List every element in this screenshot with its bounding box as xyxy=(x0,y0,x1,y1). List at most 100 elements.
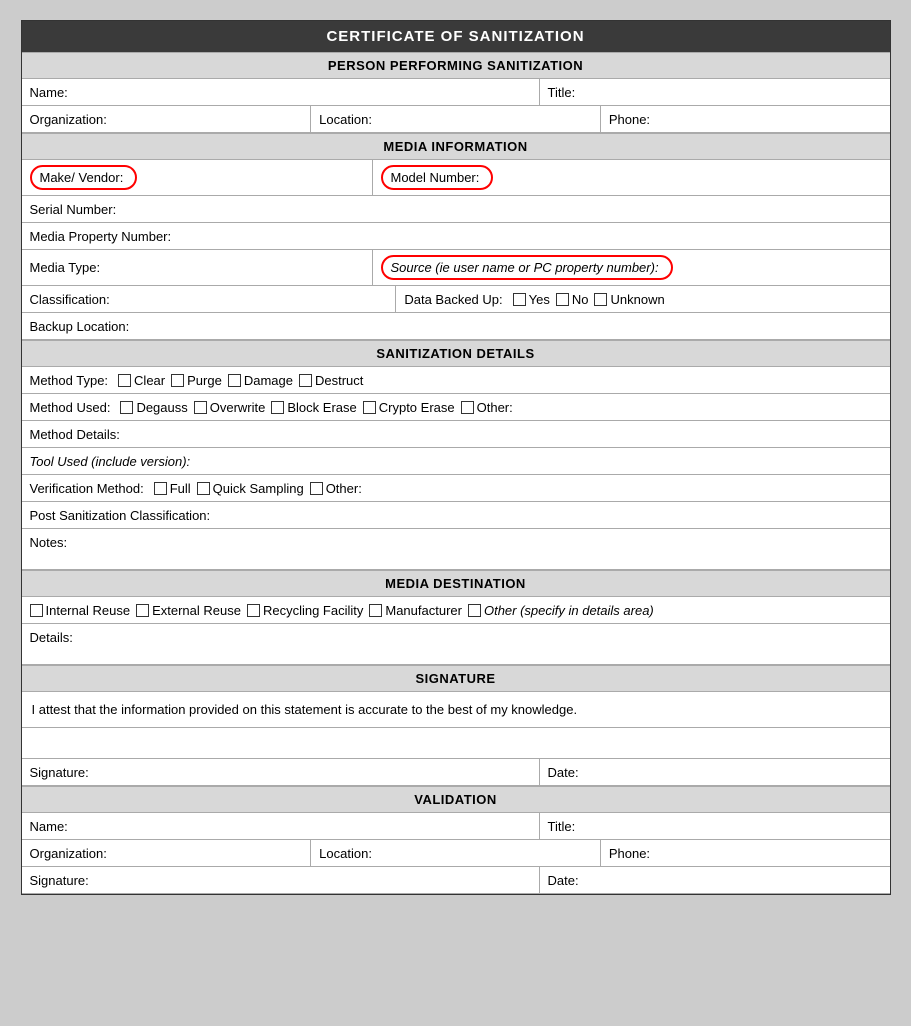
model-label: Model Number: xyxy=(391,170,480,185)
full-label: Full xyxy=(170,481,191,496)
other-method-checkbox[interactable] xyxy=(461,401,474,414)
clear-checkbox[interactable] xyxy=(118,374,131,387)
model-label-highlighted: Model Number: xyxy=(381,165,494,190)
type-label: Media Type: xyxy=(30,260,101,275)
post-class-cell: Post Sanitization Classification: xyxy=(22,502,890,528)
form-container: CERTIFICATE OF SANITIZATION PERSON PERFO… xyxy=(21,20,891,895)
crypto-erase-checkbox[interactable] xyxy=(363,401,376,414)
person-org-row: Organization: Location: Phone: xyxy=(22,106,890,133)
attest-row: I attest that the information provided o… xyxy=(22,692,890,728)
post-class-row: Post Sanitization Classification: xyxy=(22,502,890,529)
purge-label: Purge xyxy=(187,373,222,388)
crypto-erase-label: Crypto Erase xyxy=(379,400,455,415)
damage-label: Damage xyxy=(244,373,293,388)
val-sig-label: Signature: xyxy=(30,873,89,888)
val-location-label: Location: xyxy=(319,846,372,861)
clear-item: Clear xyxy=(118,373,165,388)
signature-blank-cell xyxy=(22,728,890,758)
unknown-checkbox[interactable] xyxy=(594,293,607,306)
val-name-label: Name: xyxy=(30,819,68,834)
backup-location-label: Backup Location: xyxy=(30,319,130,334)
classification-cell: Classification: xyxy=(22,286,397,312)
val-sig-date-row: Signature: Date: xyxy=(22,867,890,894)
unknown-label: Unknown xyxy=(610,292,664,307)
full-item: Full xyxy=(154,481,191,496)
method-used-row: Method Used: Degauss Overwrite Block Era… xyxy=(22,394,890,421)
sig-date-cell: Date: xyxy=(540,759,890,785)
block-erase-label: Block Erase xyxy=(287,400,356,415)
full-checkbox[interactable] xyxy=(154,482,167,495)
attest-text: I attest that the information provided o… xyxy=(32,702,578,717)
make-label: Make/ Vendor: xyxy=(40,170,124,185)
title-text: CERTIFICATE OF SANITIZATION xyxy=(326,28,584,45)
overwrite-item: Overwrite xyxy=(194,400,266,415)
source-label: Source (ie user name or PC property numb… xyxy=(391,260,659,275)
unknown-checkbox-item: Unknown xyxy=(594,292,664,307)
tool-used-text: Tool Used (include version): xyxy=(30,454,191,469)
phone-cell: Phone: xyxy=(601,106,890,132)
internal-reuse-item: Internal Reuse xyxy=(30,603,131,618)
person-section-header: PERSON PERFORMING SANITIZATION xyxy=(22,52,890,79)
classification-label: Classification: xyxy=(30,292,110,307)
destruct-label: Destruct xyxy=(315,373,363,388)
sig-signature-cell: Signature: xyxy=(22,759,540,785)
val-date-cell: Date: xyxy=(540,867,890,893)
type-source-row: Media Type: Source (ie user name or PC p… xyxy=(22,250,890,286)
damage-checkbox[interactable] xyxy=(228,374,241,387)
destruct-checkbox[interactable] xyxy=(299,374,312,387)
purge-checkbox[interactable] xyxy=(171,374,184,387)
val-title-cell: Title: xyxy=(540,813,890,839)
overwrite-checkbox[interactable] xyxy=(194,401,207,414)
classification-backed-row: Classification: Data Backed Up: Yes No U… xyxy=(22,286,890,313)
make-cell: Make/ Vendor: xyxy=(22,160,373,195)
method-type-cell: Method Type: Clear Purge Damage Destruct xyxy=(22,367,890,393)
external-reuse-label: External Reuse xyxy=(152,603,241,618)
degauss-label: Degauss xyxy=(136,400,187,415)
location-label: Location: xyxy=(319,112,372,127)
internal-reuse-checkbox[interactable] xyxy=(30,604,43,617)
destruct-item: Destruct xyxy=(299,373,363,388)
dest-other-item: Other (specify in details area) xyxy=(468,603,654,618)
quick-sampling-checkbox[interactable] xyxy=(197,482,210,495)
tool-used-cell: Tool Used (include version): xyxy=(22,448,890,474)
dest-other-checkbox[interactable] xyxy=(468,604,481,617)
degauss-checkbox[interactable] xyxy=(120,401,133,414)
external-reuse-checkbox[interactable] xyxy=(136,604,149,617)
media-section-header: MEDIA INFORMATION xyxy=(22,133,890,160)
no-checkbox[interactable] xyxy=(556,293,569,306)
yes-checkbox-item: Yes xyxy=(513,292,550,307)
recycling-checkbox[interactable] xyxy=(247,604,260,617)
method-used-label: Method Used: xyxy=(30,400,111,415)
external-reuse-item: External Reuse xyxy=(136,603,241,618)
destination-section-header: MEDIA DESTINATION xyxy=(22,570,890,597)
destination-options-cell: Internal Reuse External Reuse Recycling … xyxy=(22,597,890,623)
notes-label: Notes: xyxy=(30,535,68,550)
val-sig-cell: Signature: xyxy=(22,867,540,893)
property-cell: Media Property Number: xyxy=(22,223,890,249)
sig-date-label: Date: xyxy=(548,765,579,780)
other2-checkbox[interactable] xyxy=(310,482,323,495)
type-cell: Media Type: xyxy=(22,250,373,285)
manufacturer-label: Manufacturer xyxy=(385,603,462,618)
signature-date-row: Signature: Date: xyxy=(22,759,890,786)
manufacturer-checkbox[interactable] xyxy=(369,604,382,617)
val-phone-cell: Phone: xyxy=(601,840,890,866)
media-make-model-row: Make/ Vendor: Model Number: xyxy=(22,160,890,196)
overwrite-label: Overwrite xyxy=(210,400,266,415)
degauss-item: Degauss xyxy=(120,400,187,415)
source-cell: Source (ie user name or PC property numb… xyxy=(373,250,890,285)
block-erase-checkbox[interactable] xyxy=(271,401,284,414)
sig-signature-label: Signature: xyxy=(30,765,89,780)
other-method-item: Other: xyxy=(461,400,513,415)
block-erase-item: Block Erase xyxy=(271,400,356,415)
yes-checkbox[interactable] xyxy=(513,293,526,306)
details-row: Details: xyxy=(22,624,890,665)
val-org-cell: Organization: xyxy=(22,840,312,866)
model-cell: Model Number: xyxy=(373,160,890,195)
other2-label: Other: xyxy=(326,481,362,496)
val-org-row: Organization: Location: Phone: xyxy=(22,840,890,867)
method-used-cell: Method Used: Degauss Overwrite Block Era… xyxy=(22,394,890,420)
method-details-label: Method Details: xyxy=(30,427,120,442)
manufacturer-item: Manufacturer xyxy=(369,603,462,618)
signature-blank-row xyxy=(22,728,890,759)
